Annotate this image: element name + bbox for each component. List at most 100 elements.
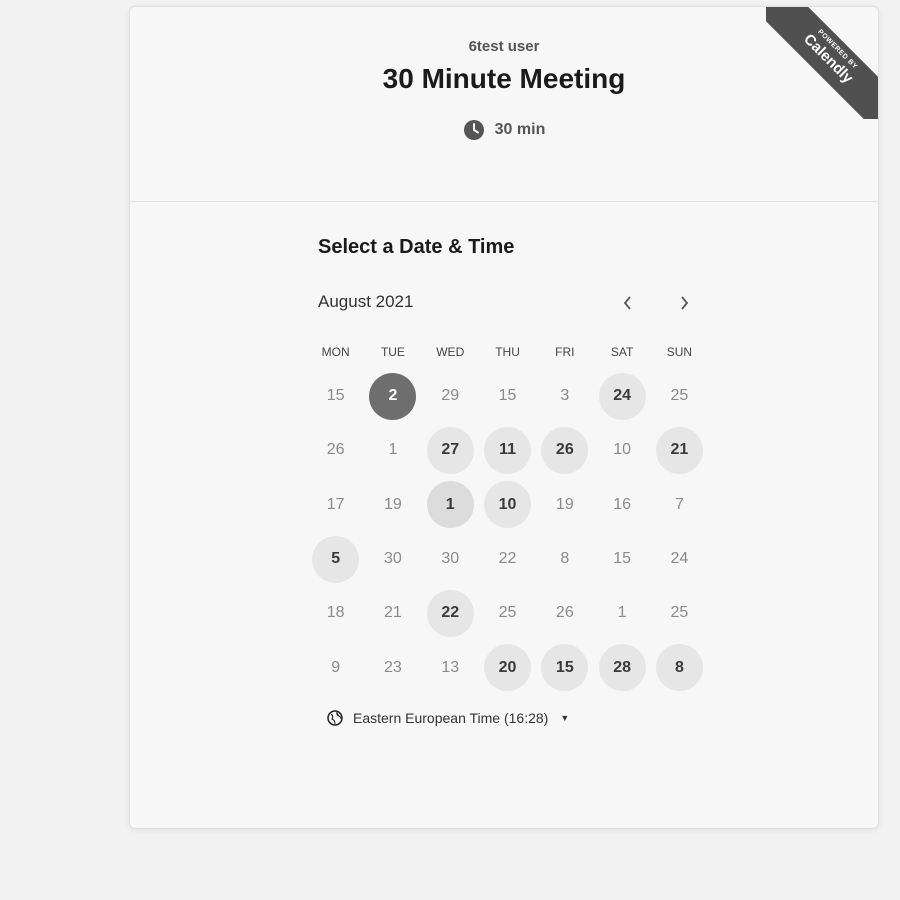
calendar-day: 9 — [307, 640, 364, 694]
weekday-label: FRI — [555, 345, 575, 359]
calendar-day: 30 — [364, 532, 421, 586]
calendar-week-row: 17 19 1 10 19 16 7 — [307, 478, 708, 532]
calendar-day: 15 — [307, 369, 364, 423]
calendar-day-number: 21 — [655, 426, 703, 474]
prev-month-button[interactable] — [614, 289, 642, 317]
calendar-day-number: 5 — [312, 535, 360, 583]
calendar-day-number: 26 — [326, 441, 345, 459]
calendar-week-row: 15 2 29 15 3 24 25 — [307, 369, 708, 423]
calendar-day-number: 21 — [384, 604, 402, 622]
calendar-day: 22 — [479, 532, 536, 586]
calendar-day-available[interactable]: 24 — [593, 369, 650, 423]
chevron-right-icon — [681, 296, 689, 310]
calendar-day-available[interactable]: 22 — [422, 586, 479, 640]
calendar-day-number: 25 — [670, 387, 689, 405]
calendar-day: 1 — [593, 586, 650, 640]
calendar-day: 15 — [593, 532, 650, 586]
calendar-day-available[interactable]: 15 — [536, 640, 593, 694]
timezone-selector[interactable]: Eastern European Time (16:28) ▼ — [327, 710, 569, 726]
section-title: Select a Date & Time — [318, 236, 515, 258]
calendar-day: 19 — [536, 478, 593, 532]
calendar-day-number: 10 — [484, 481, 532, 529]
calendar-week-row: 9 23 13 20 15 28 8 — [307, 640, 708, 694]
calendar-day: 25 — [651, 369, 708, 423]
chevron-left-icon — [623, 296, 631, 310]
calendar-day-available[interactable]: 5 — [307, 532, 364, 586]
calendar-week-row: 5 30 30 22 8 15 24 — [307, 532, 708, 586]
calendar-day: 1 — [364, 423, 421, 477]
calendar-day-available[interactable]: 20 — [479, 640, 536, 694]
calendar-day-available[interactable]: 26 — [536, 423, 593, 477]
calendar-day-number: 22 — [498, 550, 517, 568]
calendar-day-number: 24 — [670, 550, 689, 568]
calendar-day-number: 18 — [326, 604, 345, 622]
calendar-day: 7 — [651, 478, 708, 532]
calendar-day: 21 — [364, 586, 421, 640]
calendar-day-available[interactable]: 1 — [422, 478, 479, 532]
calendar-day-available[interactable]: 8 — [651, 640, 708, 694]
calendar-day: 17 — [307, 478, 364, 532]
calendar-day-number: 22 — [426, 589, 474, 637]
booking-card: 6test user 30 Minute Meeting 30 min POWE… — [129, 6, 879, 829]
event-duration: 30 min — [130, 119, 878, 141]
calendar-day-number: 17 — [326, 495, 345, 513]
calendar-day: 3 — [536, 369, 593, 423]
calendar-day-available[interactable]: 27 — [422, 423, 479, 477]
calendar-day-number: 7 — [674, 495, 684, 513]
calendar-day: 26 — [536, 586, 593, 640]
calendar-day-available[interactable]: 2 — [364, 369, 421, 423]
calendar-day-number: 20 — [484, 644, 532, 692]
calendar-day-number: 15 — [613, 550, 632, 568]
calendar-day: 24 — [651, 532, 708, 586]
weekday-label: TUE — [380, 345, 405, 359]
calendar-day-number: 30 — [441, 550, 460, 568]
calendar-day-number: 15 — [541, 644, 589, 692]
calendar-week-row: 18 21 22 25 26 1 25 — [307, 586, 708, 640]
calendar-day-available[interactable]: 11 — [479, 423, 536, 477]
timezone-label: Eastern European Time (16:28) — [353, 710, 549, 726]
calendar-day-number: 30 — [384, 550, 402, 568]
weekday-label: WED — [436, 345, 465, 359]
calendar-day-number: 29 — [441, 387, 460, 405]
calendar-day: 10 — [593, 423, 650, 477]
calendar-day: 13 — [422, 640, 479, 694]
calendar-day-available[interactable]: 21 — [651, 423, 708, 477]
clock-icon — [463, 120, 484, 140]
calendar-day-number: 8 — [655, 644, 703, 692]
calendar-day-number: 3 — [560, 387, 570, 405]
globe-icon — [327, 710, 343, 726]
calendar-day: 18 — [307, 586, 364, 640]
next-month-button[interactable] — [670, 289, 698, 317]
calendar-grid: MON TUE WED THU FRI SAT SUN 15 2 29 15 3 24 25 26 1 27 1… — [307, 345, 708, 695]
powered-by-badge[interactable]: POWERED BY Calendly — [766, 7, 878, 119]
weekday-header: MON TUE WED THU FRI SAT SUN — [307, 345, 708, 361]
calendar-day-number: 19 — [555, 495, 574, 513]
calendar-day: 15 — [479, 369, 536, 423]
calendar-day-available[interactable]: 28 — [593, 640, 650, 694]
calendar-day: 19 — [364, 478, 421, 532]
calendar-day: 16 — [593, 478, 650, 532]
calendar-day: 25 — [651, 586, 708, 640]
calendar-day-number: 26 — [555, 604, 574, 622]
calendar-week-row: 26 1 27 11 26 10 21 — [307, 423, 708, 477]
calendar-day-number: 27 — [426, 426, 474, 474]
calendar-day-number: 15 — [326, 387, 345, 405]
month-label: August 2021 — [318, 292, 414, 311]
calendar-day-number: 8 — [560, 550, 570, 568]
calendar-day-number: 28 — [598, 644, 646, 692]
calendar-day-available[interactable]: 10 — [479, 478, 536, 532]
badge-brand: Calendly — [800, 30, 857, 87]
weekday-label: MON — [321, 345, 350, 359]
calendar-day-number: 19 — [384, 495, 402, 513]
calendar-day-number: 15 — [498, 387, 517, 405]
calendar-day-number: 1 — [388, 441, 398, 459]
calendar-day-number: 2 — [369, 372, 417, 420]
calendar-day: 29 — [422, 369, 479, 423]
calendar-day: 25 — [479, 586, 536, 640]
calendar-day-number: 9 — [331, 658, 341, 676]
calendar-day: 26 — [307, 423, 364, 477]
calendar-day-number: 26 — [541, 426, 589, 474]
calendar-day: 23 — [364, 640, 421, 694]
calendar-day-number: 11 — [484, 426, 532, 474]
calendar-day: 30 — [422, 532, 479, 586]
